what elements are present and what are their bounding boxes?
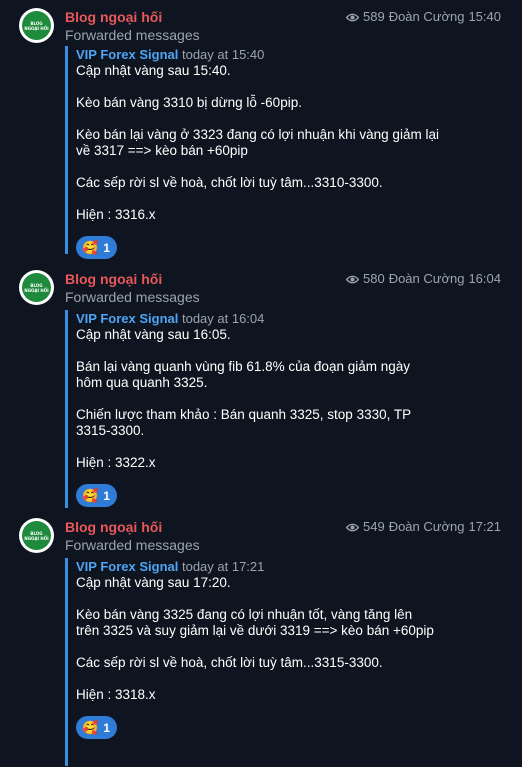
message-line: Các sếp rời sl về hoà, chốt lời tuỳ tâm.… xyxy=(76,655,383,670)
view-count: 589 xyxy=(362,9,385,24)
forwarded-label: Forwarded messages xyxy=(65,289,200,305)
forwarded-message[interactable]: VIP Forex Signal today at 16:04 Cập nhật … xyxy=(65,310,516,508)
message-meta: 589 Đoàn Cường 15:40 xyxy=(345,8,501,26)
eye-icon xyxy=(345,523,359,531)
reaction-count: 1 xyxy=(103,720,110,735)
avatar-logo: BLOG NGOẠI HỐI xyxy=(22,521,51,550)
reaction-count: 1 xyxy=(103,488,110,503)
avatar[interactable]: BLOG NGOẠI HỐI xyxy=(19,8,54,43)
message-line: Cập nhật vàng sau 16:05. xyxy=(76,327,231,342)
message-line: Chiến lược tham khảo : Bán quanh 3325, s… xyxy=(76,407,412,422)
message-paragraph: Các sếp rời sl về hoà, chốt lời tuỳ tâm.… xyxy=(76,175,516,191)
forwarded-message[interactable]: VIP Forex Signal today at 15:40 Cập nhật … xyxy=(65,46,516,259)
message-meta: 580 Đoàn Cường 16:04 xyxy=(345,270,501,288)
message-line: Hiện : 3318.x xyxy=(76,687,156,702)
message-paragraph: Kèo bán lại vàng ở 3323 đang có lợi nhuậ… xyxy=(76,127,516,159)
message-line: Kèo bán vàng 3310 bị dừng lỗ -60pip. xyxy=(76,95,302,110)
view-count: 549 xyxy=(362,519,385,534)
message-paragraph: Chiến lược tham khảo : Bán quanh 3325, s… xyxy=(76,407,516,439)
message-line: Bán lại vàng quanh vùng fib 61.8% của đo… xyxy=(76,359,410,374)
avatar-logo-text: NGOẠI HỐI xyxy=(24,25,49,31)
forward-time: today at 16:04 xyxy=(181,311,265,326)
author-name: Đoàn Cường xyxy=(388,271,465,286)
message-paragraph: Cập nhật vàng sau 16:05. xyxy=(76,327,516,343)
message-paragraph: Hiện : 3316.x xyxy=(76,207,516,223)
message-paragraph: Kèo bán vàng 3310 bị dừng lỗ -60pip. xyxy=(76,95,516,111)
message-line: Cập nhật vàng sau 15:40. xyxy=(76,63,231,78)
message-paragraph: Hiện : 3322.x xyxy=(76,455,516,471)
view-count: 580 xyxy=(362,271,385,286)
message-feed: BLOG NGOẠI HỐI Blog ngoại hối Forwarded mes… xyxy=(0,0,522,767)
message-line: Kèo bán lại vàng ở 3323 đang có lợi nhuậ… xyxy=(76,127,439,142)
message-line: Các sếp rời sl về hoà, chốt lời tuỳ tâm.… xyxy=(76,175,383,190)
eye-icon xyxy=(345,275,359,283)
message-line: Cập nhật vàng sau 17:20. xyxy=(76,575,231,590)
sender-name[interactable]: Blog ngoại hối xyxy=(65,518,162,536)
forward-time: today at 15:40 xyxy=(181,47,265,62)
forwarded-label: Forwarded messages xyxy=(65,537,200,553)
message-line: hôm qua quanh 3325. xyxy=(76,375,208,390)
message-line: trên 3325 và suy giảm lại về dưới 3319 =… xyxy=(76,623,434,638)
forwarded-message[interactable]: VIP Forex Signal today at 17:21 Cập nhật … xyxy=(65,558,516,766)
avatar-logo-text: NGOẠI HỐI xyxy=(24,287,49,293)
eye-icon xyxy=(345,13,359,21)
message-paragraph: Hiện : 3318.x xyxy=(76,687,516,703)
forwarded-label: Forwarded messages xyxy=(65,27,200,43)
sender-name[interactable]: Blog ngoại hối xyxy=(65,270,162,288)
author-name: Đoàn Cường xyxy=(388,9,465,24)
forward-header: VIP Forex Signal today at 16:04 xyxy=(76,310,516,327)
message-time: 16:04 xyxy=(468,271,501,286)
forward-time: today at 17:21 xyxy=(181,559,265,574)
author-name: Đoàn Cường xyxy=(388,519,465,534)
avatar-logo: BLOG NGOẠI HỐI xyxy=(22,273,51,302)
forward-source-link[interactable]: VIP Forex Signal xyxy=(76,559,178,574)
message-paragraph: Kèo bán vàng 3325 đang có lợi nhuận tốt,… xyxy=(76,607,516,639)
message-paragraph: Bán lại vàng quanh vùng fib 61.8% của đo… xyxy=(76,359,516,391)
message-paragraph: Cập nhật vàng sau 17:20. xyxy=(76,575,516,591)
forward-header: VIP Forex Signal today at 15:40 xyxy=(76,46,516,63)
message-meta: 549 Đoàn Cường 17:21 xyxy=(345,518,501,536)
message-paragraph: Cập nhật vàng sau 15:40. xyxy=(76,63,516,79)
reaction-button[interactable]: 🥰 1 xyxy=(76,484,117,507)
message-time: 15:40 xyxy=(468,9,501,24)
reaction-count: 1 xyxy=(103,240,110,255)
forward-source-link[interactable]: VIP Forex Signal xyxy=(76,311,178,326)
sender-name[interactable]: Blog ngoại hối xyxy=(65,8,162,26)
message-line: Hiện : 3316.x xyxy=(76,207,156,222)
message-time: 17:21 xyxy=(468,519,501,534)
avatar[interactable]: BLOG NGOẠI HỐI xyxy=(19,270,54,305)
smiling-face-with-hearts-icon: 🥰 xyxy=(82,720,99,735)
message-paragraph: Các sếp rời sl về hoà, chốt lời tuỳ tâm.… xyxy=(76,655,516,671)
avatar-logo-text: NGOẠI HỐI xyxy=(24,535,49,541)
forward-source-link[interactable]: VIP Forex Signal xyxy=(76,47,178,62)
forward-header: VIP Forex Signal today at 17:21 xyxy=(76,558,516,575)
reaction-button[interactable]: 🥰 1 xyxy=(76,716,117,739)
reaction-button[interactable]: 🥰 1 xyxy=(76,236,117,259)
message-line: Kèo bán vàng 3325 đang có lợi nhuận tốt,… xyxy=(76,607,413,622)
avatar[interactable]: BLOG NGOẠI HỐI xyxy=(19,518,54,553)
avatar-logo: BLOG NGOẠI HỐI xyxy=(22,11,51,40)
smiling-face-with-hearts-icon: 🥰 xyxy=(82,240,99,255)
message-line: về 3317 ==> kèo bán +60pip xyxy=(76,143,248,158)
message-line: Hiện : 3322.x xyxy=(76,455,156,470)
smiling-face-with-hearts-icon: 🥰 xyxy=(82,488,99,503)
message-line: 3315-3300. xyxy=(76,423,145,438)
